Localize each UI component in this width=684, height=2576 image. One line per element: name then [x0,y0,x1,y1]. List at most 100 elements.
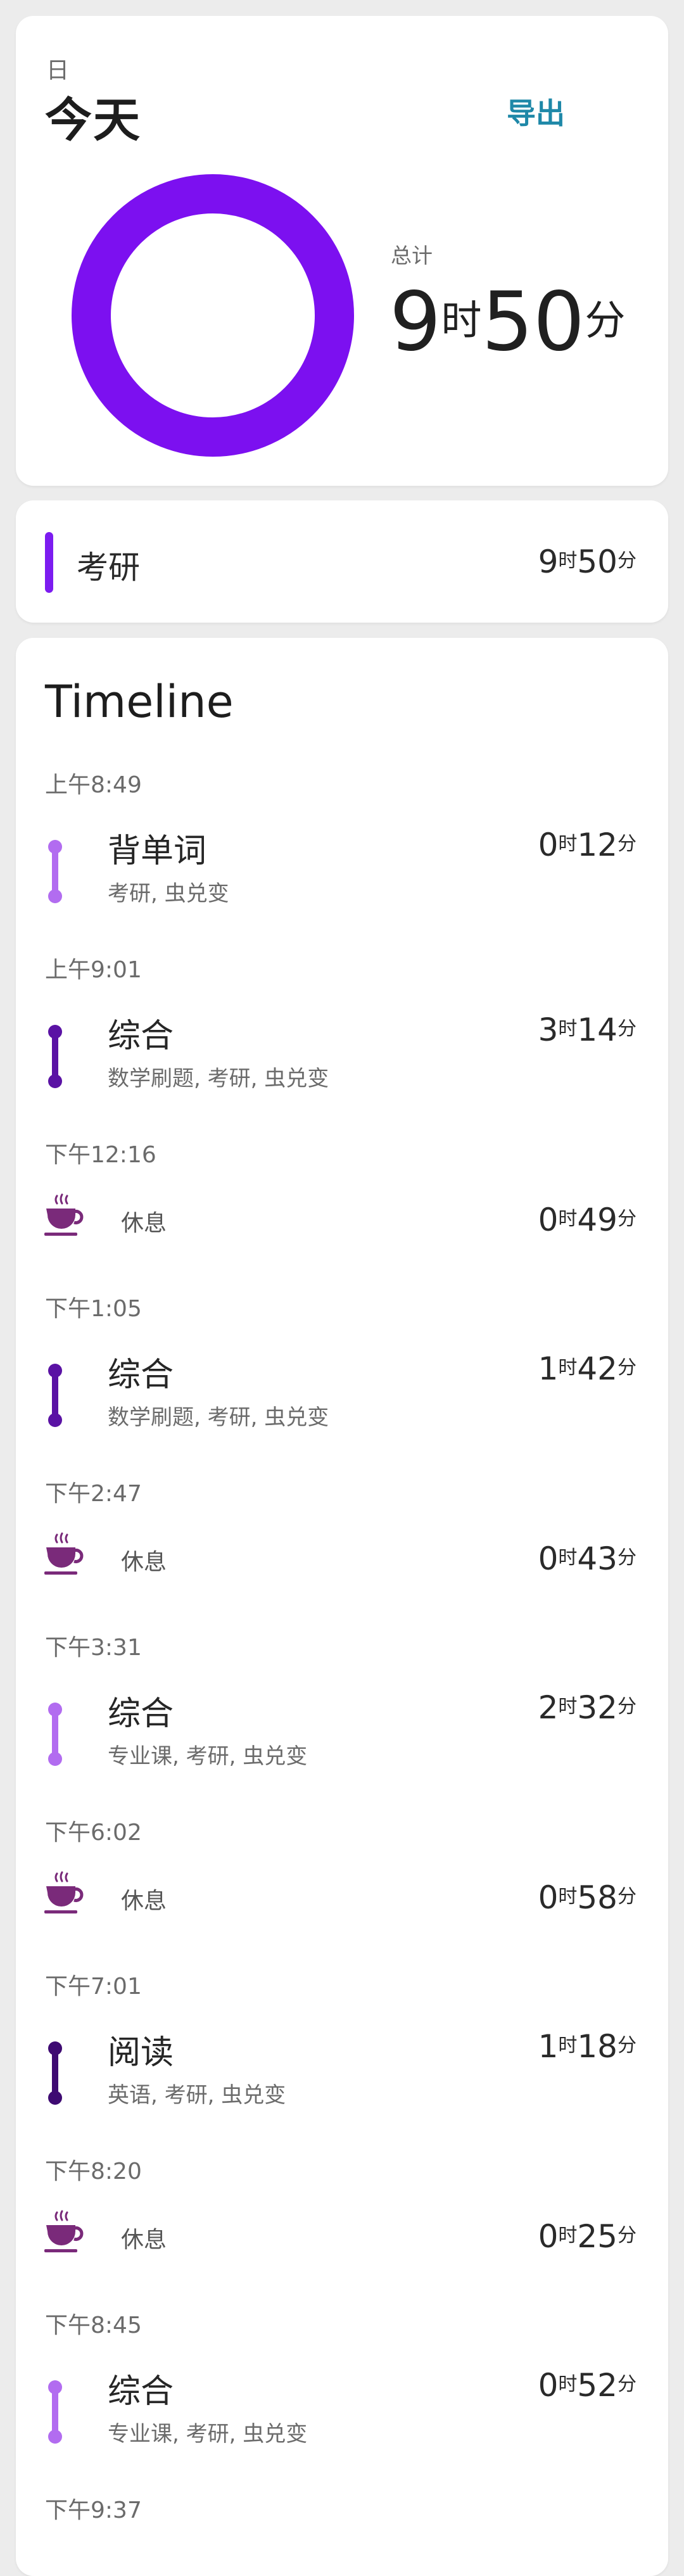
entry-minutes: 43 [577,1540,618,1577]
hours-unit: 时 [558,2373,578,2395]
entry-color-marker [48,1025,62,1088]
entry-duration: 1时18分 [538,2028,636,2065]
entry-minutes: 58 [577,1879,618,1916]
hours-unit: 时 [558,1208,578,1230]
minutes-unit: 分 [618,2034,636,2057]
entry-color-marker [48,2041,62,2105]
hours-unit: 时 [558,550,578,572]
entry-color-marker [48,1703,62,1766]
total-minutes: 50 [481,275,585,369]
hours-unit: 时 [558,2034,578,2057]
entry-duration: 0时43分 [538,1540,636,1577]
ring-segment-kaoyan [72,174,354,457]
entry-title[interactable]: 综合 [108,1348,174,1395]
entry-duration: 0时58分 [538,1879,636,1916]
minutes-unit: 分 [618,1208,636,1230]
entry-minutes: 18 [577,2028,618,2065]
entry-duration: 3时14分 [538,1012,636,1048]
hours-unit: 时 [558,1886,578,1908]
timeline-time-label: 下午8:20 [45,2159,142,2185]
entry-hours: 0 [538,2367,559,2404]
entry-duration: 2时32分 [538,1689,636,1726]
entry-minutes: 42 [577,1350,618,1387]
entry-color-marker [48,1364,62,1427]
entry-title[interactable]: 综合 [108,1009,174,1056]
entry-tags: 专业课, 考研, 虫兑变 [108,2421,308,2447]
entry-minutes: 32 [577,1689,618,1726]
rest-label[interactable]: 休息 [121,1882,167,1915]
day-title: 今天 [45,93,141,148]
hours-unit: 时 [558,1696,578,1718]
period-label: 日 [46,58,70,84]
total-minutes-unit: 分 [585,298,626,345]
entry-title[interactable]: 背单词 [108,824,206,872]
coffee-cup-icon [44,1871,84,1913]
entry-tags: 英语, 考研, 虫兑变 [108,2083,286,2108]
export-button[interactable]: 导出 [507,91,565,132]
hours-unit: 时 [558,1018,578,1040]
category-duration: 9时50分 [538,543,636,580]
category-hours: 9 [538,543,559,580]
entry-duration: 0时49分 [538,1202,636,1238]
entry-hours: 0 [538,1202,559,1238]
timeline-time-label: 下午1:05 [45,1296,142,1322]
entry-minutes: 52 [577,2367,618,2404]
entry-minutes: 49 [577,1202,618,1238]
coffee-cup-icon [44,2210,84,2252]
timeline-time-label: 下午12:16 [45,1142,156,1168]
category-row[interactable]: 考研 9时50分 [16,500,668,623]
timeline-time-label: 下午9:37 [45,2497,142,2523]
rest-label[interactable]: 休息 [121,1544,167,1577]
entry-title[interactable]: 综合 [108,2364,174,2412]
hours-unit: 时 [558,2224,578,2247]
total-hours-unit: 时 [441,298,482,345]
hours-unit: 时 [558,1357,578,1379]
entry-duration: 0时12分 [538,827,636,863]
entry-tags: 考研, 虫兑变 [108,881,229,906]
entry-minutes: 14 [577,1012,618,1048]
entry-duration: 0时52分 [538,2367,636,2404]
coffee-cup-icon [44,1193,84,1236]
entry-hours: 3 [538,1012,559,1048]
entry-title[interactable]: 阅读 [108,2026,174,2073]
entry-hours: 0 [538,1540,559,1577]
timeline-card: Timeline 上午8:49 背单词 考研, 虫兑变 0时12分 上午9:01 综合 数学… [16,638,668,2576]
summary-card: 日 今天 导出 总计 9时50分 [16,16,668,486]
hours-unit: 时 [558,1547,578,1569]
coffee-cup-icon [44,1532,84,1575]
minutes-unit: 分 [618,1886,636,1908]
category-color-bar [45,532,53,593]
category-minutes: 50 [577,543,618,580]
entry-tags: 数学刷题, 考研, 虫兑变 [108,1405,329,1430]
minutes-unit: 分 [618,2224,636,2247]
entry-minutes: 25 [577,2218,618,2255]
total-ring-chart [72,174,354,457]
minutes-unit: 分 [618,1547,636,1569]
entry-hours: 1 [538,2028,559,2065]
hours-unit: 时 [558,833,578,855]
entry-minutes: 12 [577,827,618,863]
minutes-unit: 分 [618,833,636,855]
entry-duration: 0时25分 [538,2218,636,2255]
entry-hours: 0 [538,827,559,863]
minutes-unit: 分 [618,550,636,572]
total-duration: 9时50分 [390,282,625,363]
entry-hours: 2 [538,1689,559,1726]
entry-tags: 数学刷题, 考研, 虫兑变 [108,1066,329,1091]
entry-tags: 专业课, 考研, 虫兑变 [108,1744,308,1769]
entry-title[interactable]: 综合 [108,1687,174,1734]
rest-label[interactable]: 休息 [121,1205,167,1238]
minutes-unit: 分 [618,1018,636,1040]
rest-label[interactable]: 休息 [121,2221,167,2254]
timeline-time-label: 下午7:01 [45,1974,142,2000]
category-name: 考研 [77,549,140,586]
total-hours: 9 [390,275,441,369]
timeline-time-label: 上午8:49 [45,772,142,798]
minutes-unit: 分 [618,2373,636,2395]
timeline-time-label: 上午9:01 [45,957,142,983]
timeline-title: Timeline [45,676,234,728]
timeline-time-label: 下午2:47 [45,1481,142,1507]
entry-hours: 0 [538,2218,559,2255]
entry-duration: 1时42分 [538,1350,636,1387]
minutes-unit: 分 [618,1357,636,1379]
